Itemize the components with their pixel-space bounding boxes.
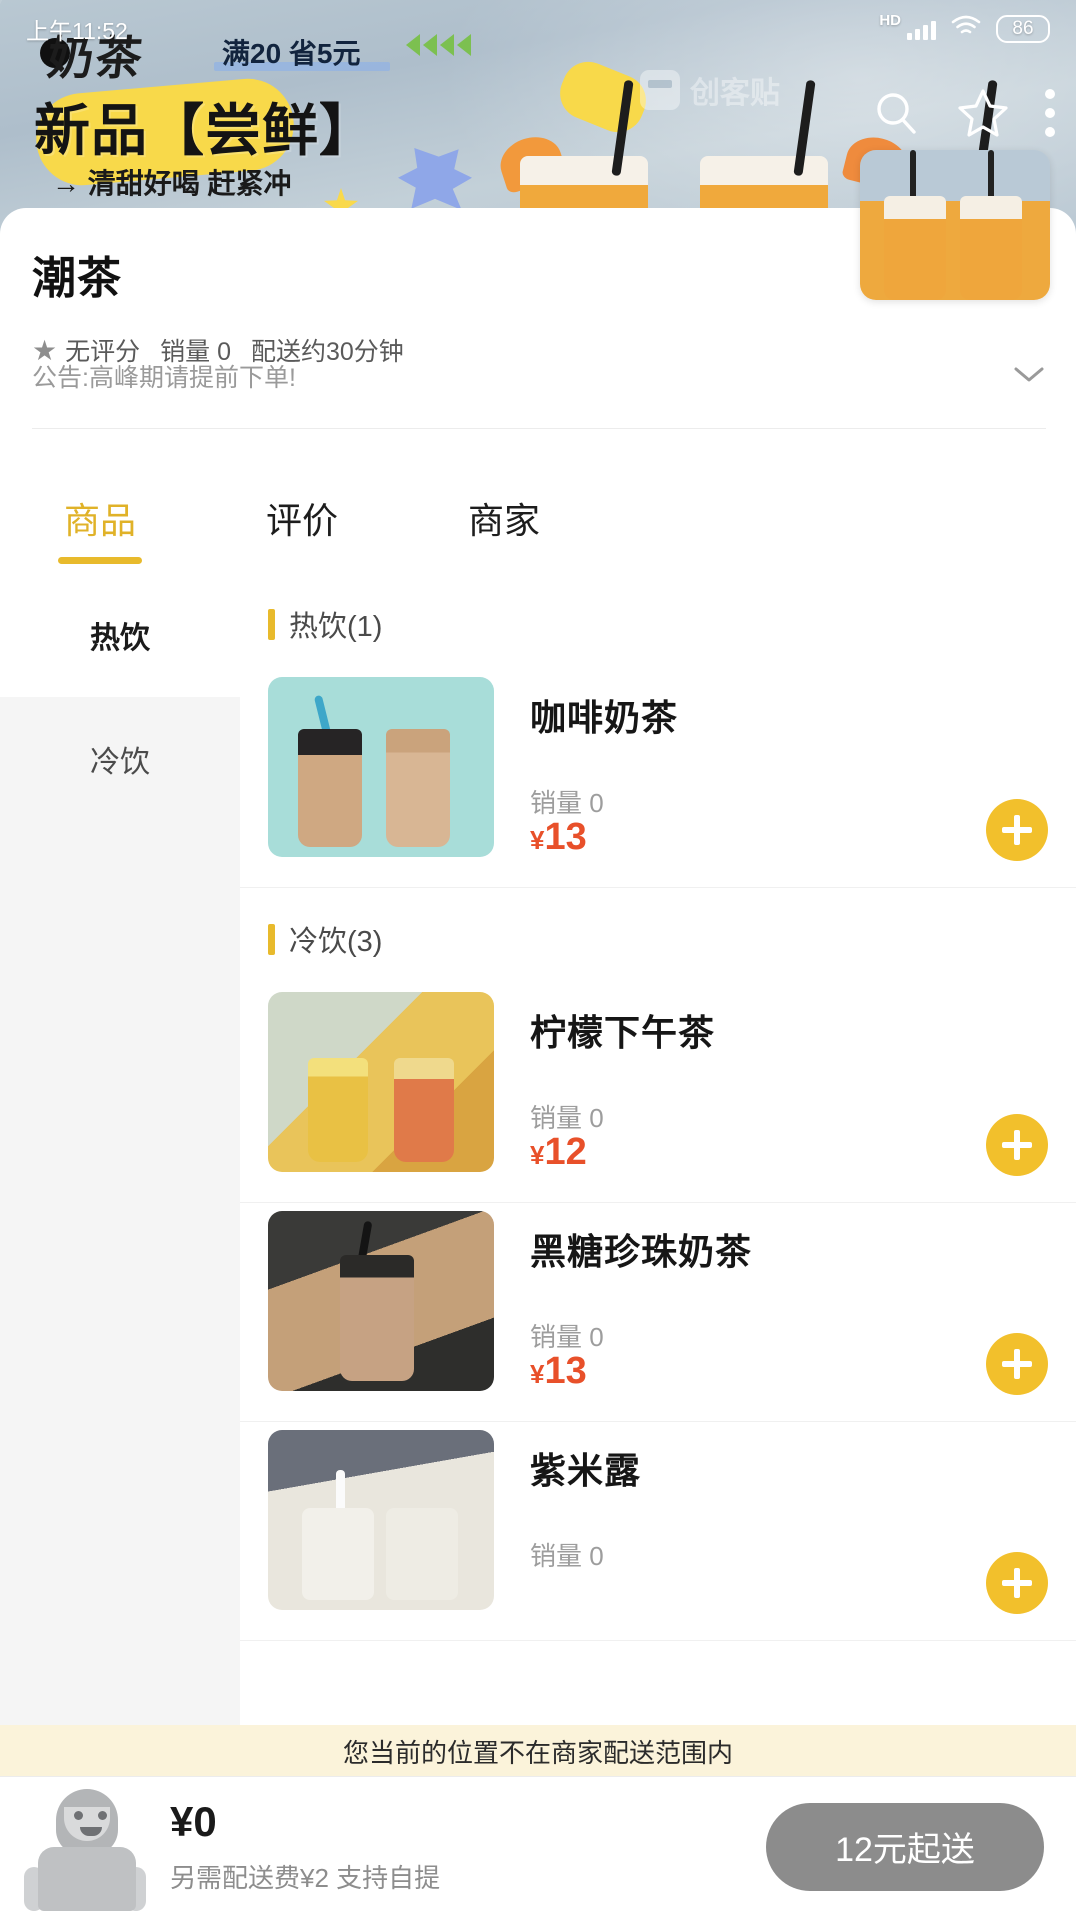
battery-level: 86: [996, 15, 1050, 43]
price-value: 12: [544, 1131, 587, 1173]
promo-tagline: → 清甜好喝 赶紧冲: [52, 168, 292, 199]
decor-drink-cup: [960, 196, 1022, 300]
product-info: 柠檬下午茶 销量 0 ¥12: [494, 992, 1048, 1176]
decor-drink-cup: [386, 729, 450, 847]
tab-reviews[interactable]: 评价: [260, 492, 344, 544]
watermark-badge-icon: [640, 70, 680, 110]
product-image[interactable]: [268, 1430, 494, 1610]
shop-notice-row[interactable]: 公告:高峰期请提前下单!: [32, 358, 1046, 429]
promo-main-title: 新品【尝鲜】: [34, 99, 376, 162]
section-title: 冷饮(3): [289, 926, 383, 958]
delivery-rider-icon[interactable]: [0, 1777, 160, 1916]
add-to-cart-button[interactable]: [986, 799, 1048, 861]
decor-drink-cup: [302, 1508, 374, 1600]
signal-bars-icon: [907, 18, 936, 40]
section-header: 冷饮(3): [240, 888, 1076, 984]
rider-body: [38, 1847, 136, 1911]
search-icon[interactable]: [870, 87, 922, 139]
tab-bar: 商品 评价 商家: [0, 463, 1076, 573]
cart-total: ¥0: [170, 1798, 217, 1845]
add-to-cart-button[interactable]: [986, 1114, 1048, 1176]
product-name: 咖啡奶茶: [530, 697, 679, 738]
price-value: 13: [544, 1350, 587, 1392]
decor-drink-cup: [298, 729, 362, 847]
product-sales: 销量 0: [530, 1103, 604, 1133]
section-header: 热饮(1): [240, 573, 1076, 669]
wifi-icon: [950, 14, 982, 44]
category-sidebar: 热饮 冷饮: [0, 573, 240, 1916]
product-info: 咖啡奶茶 销量 0 ¥13: [494, 677, 1048, 861]
product-image[interactable]: [268, 992, 494, 1172]
add-to-cart-button[interactable]: [986, 1552, 1048, 1614]
product-item[interactable]: 紫米露 销量 0: [240, 1422, 1076, 1641]
tab-products[interactable]: 商品: [58, 492, 142, 544]
product-sales: 销量 0: [530, 788, 604, 818]
currency-symbol: ¥: [530, 1359, 545, 1389]
shop-notice-text: 公告:高峰期请提前下单!: [32, 364, 296, 392]
product-name: 紫米露: [530, 1450, 642, 1491]
decor-drink-cup: [394, 1058, 454, 1162]
product-item[interactable]: 柠檬下午茶 销量 0 ¥12: [240, 984, 1076, 1203]
product-price: ¥13: [530, 816, 587, 859]
cart-fee-note: 另需配送费¥2 支持自提: [170, 1863, 441, 1893]
chevron-down-icon[interactable]: [1012, 364, 1046, 389]
watermark-text: 创客贴: [690, 77, 780, 110]
product-list: 热饮(1) 咖啡奶茶 销量 0 ¥13 冷饮(3) 柠檬下午茶 销量 0 ¥12…: [240, 573, 1076, 1916]
main-content: 热饮 冷饮 热饮(1) 咖啡奶茶 销量 0 ¥13 冷饮(3) 柠檬下午茶 销量…: [0, 573, 1076, 1916]
watermark: 创客贴: [640, 68, 780, 112]
tab-merchant[interactable]: 商家: [462, 492, 546, 544]
status-bar: 上午11:52 HD 86: [0, 0, 1076, 58]
sidebar-item-cold-drinks[interactable]: 冷饮: [0, 697, 240, 821]
product-info: 黑糖珍珠奶茶 销量 0 ¥13: [494, 1211, 1048, 1395]
hd-tag: HD: [879, 11, 901, 29]
decor-drink-cup: [386, 1508, 458, 1600]
section-accent-bar: [268, 923, 275, 955]
product-info: 紫米露 销量 0: [494, 1430, 1048, 1614]
product-item[interactable]: 黑糖珍珠奶茶 销量 0 ¥13: [240, 1203, 1076, 1422]
status-indicators: HD 86: [879, 11, 1050, 44]
star-icon[interactable]: [956, 86, 1010, 140]
delivery-range-warning: 您当前的位置不在商家配送范围内: [0, 1725, 1076, 1777]
product-image[interactable]: [268, 677, 494, 857]
section-accent-bar: [268, 608, 275, 640]
sidebar-item-hot-drinks[interactable]: 热饮: [0, 573, 240, 697]
currency-symbol: ¥: [530, 1140, 545, 1170]
product-sales: 销量 0: [530, 1541, 604, 1571]
cart-bar: ¥0 另需配送费¥2 支持自提 12元起送: [0, 1777, 1076, 1916]
status-time: 上午11:52: [26, 18, 128, 44]
product-sales: 销量 0: [530, 1322, 604, 1352]
currency-symbol: ¥: [530, 825, 545, 855]
decor-drink-cup: [884, 196, 946, 300]
cart-summary: ¥0 另需配送费¥2 支持自提: [160, 1798, 766, 1895]
product-name: 黑糖珍珠奶茶: [530, 1231, 753, 1272]
shop-logo-thumbnail[interactable]: [860, 150, 1050, 300]
section-title: 热饮(1): [289, 611, 383, 643]
product-price: ¥13: [530, 1350, 587, 1393]
decor-drink-cup: [340, 1255, 414, 1381]
place-order-button[interactable]: 12元起送: [766, 1802, 1044, 1891]
rider-eye-left: [74, 1811, 83, 1820]
decor-drink-cup: [308, 1058, 368, 1162]
add-to-cart-button[interactable]: [986, 1333, 1048, 1395]
product-name: 柠檬下午茶: [530, 1012, 716, 1053]
product-item[interactable]: 咖啡奶茶 销量 0 ¥13: [240, 669, 1076, 888]
header-actions: [870, 86, 1056, 140]
product-image[interactable]: [268, 1211, 494, 1391]
more-vertical-icon[interactable]: [1044, 88, 1056, 138]
rider-eye-right: [98, 1811, 107, 1820]
product-price: ¥12: [530, 1131, 587, 1174]
price-value: 13: [544, 816, 587, 858]
